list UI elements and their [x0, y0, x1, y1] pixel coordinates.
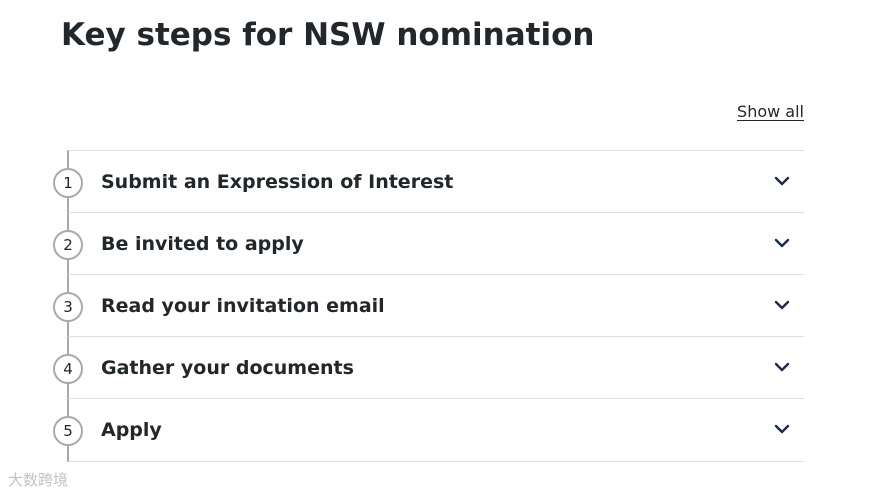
- step-number-badge: 4: [53, 354, 83, 384]
- show-all-link[interactable]: Show all: [737, 101, 804, 123]
- chevron-down-icon[interactable]: [774, 237, 790, 249]
- step-number-badge: 2: [53, 230, 83, 260]
- step-title[interactable]: Read your invitation email: [101, 293, 385, 319]
- page-title: Key steps for NSW nomination: [61, 17, 595, 53]
- chevron-down-icon[interactable]: [774, 361, 790, 373]
- step-title[interactable]: Submit an Expression of Interest: [101, 169, 453, 195]
- step-number-badge: 5: [53, 416, 83, 446]
- step-number-badge: 3: [53, 292, 83, 322]
- chevron-down-icon[interactable]: [774, 299, 790, 311]
- step-number-badge: 1: [53, 168, 83, 198]
- chevron-down-icon[interactable]: [774, 423, 790, 435]
- chevron-down-icon[interactable]: [774, 175, 790, 187]
- step-item-1[interactable]: 1 Submit an Expression of Interest: [53, 150, 804, 213]
- step-title[interactable]: Apply: [101, 417, 162, 443]
- step-item-4[interactable]: 4 Gather your documents: [53, 336, 804, 399]
- watermark-logo: 大数跨境: [8, 471, 69, 489]
- step-title[interactable]: Gather your documents: [101, 355, 354, 381]
- step-title[interactable]: Be invited to apply: [101, 231, 304, 257]
- step-item-5[interactable]: 5 Apply: [53, 398, 804, 462]
- step-item-2[interactable]: 2 Be invited to apply: [53, 212, 804, 275]
- step-item-3[interactable]: 3 Read your invitation email: [53, 274, 804, 337]
